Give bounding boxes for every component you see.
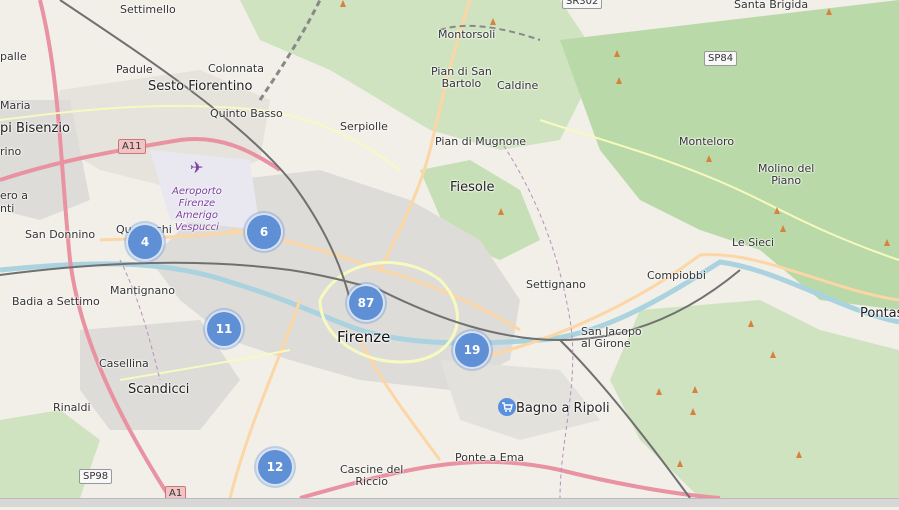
peak-icon (692, 386, 698, 393)
peak-icon (656, 388, 662, 395)
peak-icon (796, 451, 802, 458)
map-canvas[interactable]: ✈ Settimello Padule Colonnata Sesto Fior… (0, 0, 899, 507)
place-label: Montorsoli (438, 28, 496, 41)
place-label: Firenze (337, 328, 391, 346)
road-shield: SP98 (79, 469, 113, 484)
peak-icon (748, 320, 754, 327)
place-label: Badia a Settimo (12, 295, 100, 308)
cluster-marker[interactable]: 19 (453, 331, 491, 369)
place-label: San Donnino (25, 228, 96, 241)
place-label: palle (0, 50, 27, 63)
peak-icon (780, 225, 786, 232)
place-label: Caldine (497, 79, 539, 92)
place-label: Pontas (860, 306, 899, 321)
place-label: Pian di San Bartolo (431, 65, 492, 90)
cluster-marker[interactable]: 4 (126, 223, 164, 261)
place-label: Molino del Piano (758, 162, 815, 187)
place-label: Bagno a Ripoli (516, 401, 610, 416)
cluster-marker[interactable]: 11 (205, 310, 243, 348)
cluster-marker[interactable]: 6 (245, 213, 283, 251)
cluster-marker[interactable]: 12 (256, 448, 294, 486)
urban-area (440, 360, 600, 440)
place-label: Ponte a Ema (455, 451, 525, 464)
place-label: Serpiolle (340, 120, 388, 133)
place-label: Santa Brigida (734, 0, 809, 11)
place-label: Quinto Basso (210, 107, 283, 120)
place-label: Settignano (526, 278, 586, 291)
peak-icon (498, 208, 504, 215)
place-label: Compiobbi (647, 269, 706, 282)
place-label: nti (0, 202, 15, 215)
place-label: ero a (0, 189, 29, 202)
place-label: Rinaldi (53, 401, 91, 414)
place-label: Casellina (99, 357, 149, 370)
peak-icon (706, 155, 712, 162)
peak-icon (884, 239, 890, 246)
road-shield: SP84 (704, 51, 738, 66)
peak-icon (616, 77, 622, 84)
peak-icon (490, 18, 496, 25)
shopping-cart-icon[interactable] (498, 398, 516, 416)
peak-icon (690, 408, 696, 415)
cluster-marker[interactable]: 87 (347, 284, 385, 322)
forest-area (240, 0, 600, 150)
place-label: Mantignano (110, 284, 175, 297)
peak-icon (614, 50, 620, 57)
peak-icon (770, 351, 776, 358)
place-label: Fiesole (450, 180, 495, 195)
place-label: San Jacopo al Girone (581, 325, 642, 350)
place-label: Scandicci (128, 382, 190, 397)
place-label: Cascine del Riccio (340, 463, 404, 488)
forest-area (610, 300, 899, 498)
peak-icon (826, 8, 832, 15)
place-label: pi Bisenzio (0, 121, 70, 136)
place-label: Colonnata (208, 62, 264, 75)
place-label: Maria (0, 99, 31, 112)
peak-icon (677, 460, 683, 467)
place-label: Sesto Fiorentino (148, 79, 253, 94)
road-shield: A11 (118, 139, 146, 154)
place-label: Pian di Mugnone (435, 135, 527, 148)
forest-area (0, 410, 100, 498)
place-label: Settimello (120, 3, 176, 16)
airport-icon: ✈ (190, 158, 204, 177)
airport-label: Aeroporto Firenze Amerigo Vespucci (172, 186, 222, 233)
place-label: Monteloro (679, 135, 735, 148)
place-label: Le Sieci (732, 236, 775, 249)
place-label: Padule (116, 63, 153, 76)
place-label: rino (0, 145, 22, 158)
peak-icon (340, 0, 346, 7)
peak-icon (774, 207, 780, 214)
road-shield: SR302 (562, 0, 603, 9)
